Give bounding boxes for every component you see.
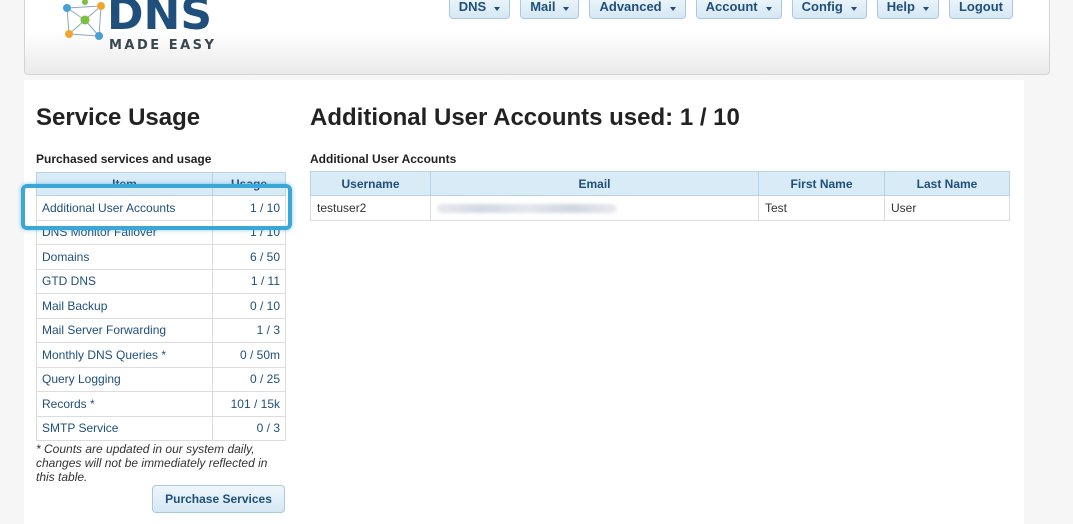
nav-mail-label: Mail <box>530 0 556 14</box>
usage-table-header: Item Usage <box>36 172 286 196</box>
usage-item[interactable]: Additional User Accounts <box>36 195 213 221</box>
column-header-email[interactable]: Email <box>430 171 759 196</box>
usage-value: 6 / 50 <box>212 244 286 270</box>
nav-dns-label: DNS <box>458 0 487 14</box>
table-row[interactable]: SMTP Service 0 / 3 <box>36 415 286 441</box>
table-row[interactable]: Domains 6 / 50 <box>36 244 286 270</box>
last-name-cell: User <box>884 195 1010 221</box>
column-header-first-name[interactable]: First Name <box>758 171 885 196</box>
usage-value: 0 / 50m <box>212 342 286 368</box>
content-panel: Service Usage Purchased services and usa… <box>21 80 1024 524</box>
usage-item[interactable]: Mail Backup <box>36 293 213 319</box>
table-row[interactable]: Mail Server Forwarding 1 / 3 <box>36 317 286 343</box>
logo-tagline: MADE EASY <box>109 38 217 53</box>
nav-advanced-label: Advanced <box>599 0 662 14</box>
nav-dns[interactable]: DNS <box>448 0 511 19</box>
usage-item[interactable]: Query Logging <box>36 366 213 392</box>
logo[interactable]: DNS MADE EASY <box>61 0 221 58</box>
service-usage-title: Service Usage <box>36 104 201 131</box>
nav-account-label: Account <box>705 0 758 14</box>
usage-value: 1 / 10 <box>212 219 286 245</box>
table-row[interactable]: Mail Backup 0 / 10 <box>36 293 286 319</box>
usage-value: 0 / 10 <box>212 293 286 319</box>
nav-logout[interactable]: Logout <box>948 0 1013 19</box>
additional-accounts-label: Additional User Accounts <box>310 152 457 166</box>
usage-value: 1 / 10 <box>212 195 286 221</box>
redacted-email <box>437 204 617 214</box>
chevron-down-icon <box>669 7 676 11</box>
nav-help-label: Help <box>886 0 915 14</box>
nav-config[interactable]: Config <box>791 0 867 19</box>
chevron-down-icon <box>563 7 570 11</box>
column-header-usage[interactable]: Usage <box>212 172 286 196</box>
usage-item[interactable]: Domains <box>36 244 213 270</box>
top-header: DNS MADE EASY DNS Mail Advanced Account … <box>24 0 1050 75</box>
table-row[interactable]: Query Logging 0 / 25 <box>36 366 286 392</box>
accounts-used-title: Additional User Accounts used: 1 / 10 <box>310 104 740 131</box>
column-header-last-name[interactable]: Last Name <box>884 171 1010 196</box>
usage-value: 1 / 11 <box>212 268 286 294</box>
main-nav: DNS Mail Advanced Account Config Help Lo… <box>448 0 1013 19</box>
usage-item[interactable]: SMTP Service <box>36 415 213 441</box>
usage-note: * Counts are updated in our system daily… <box>36 442 268 484</box>
username-cell[interactable]: testuser2 <box>310 195 431 221</box>
usage-value: 0 / 25 <box>212 366 286 392</box>
chevron-down-icon <box>494 7 501 11</box>
table-row[interactable]: GTD DNS 1 / 11 <box>36 268 286 294</box>
network-nodes-icon <box>63 0 105 40</box>
table-row[interactable]: testuser2 Test User <box>310 195 1010 221</box>
table-row[interactable]: Records * 101 / 15k <box>36 391 286 417</box>
column-header-username[interactable]: Username <box>310 171 431 196</box>
nav-account[interactable]: Account <box>695 0 782 19</box>
usage-value: 101 / 15k <box>212 391 286 417</box>
usage-value: 0 / 3 <box>212 415 286 441</box>
purchase-services-button[interactable]: Purchase Services <box>152 485 285 513</box>
nav-help[interactable]: Help <box>876 0 939 19</box>
usage-table: Item Usage Additional User Accounts 1 / … <box>36 172 286 441</box>
usage-value: 1 / 3 <box>212 317 286 343</box>
nav-mail[interactable]: Mail <box>520 0 580 19</box>
first-name-cell: Test <box>758 195 885 221</box>
accounts-table-header: Username Email First Name Last Name <box>310 171 1010 196</box>
usage-item[interactable]: Mail Server Forwarding <box>36 317 213 343</box>
chevron-down-icon <box>850 7 857 11</box>
column-header-item[interactable]: Item <box>36 172 213 196</box>
accounts-table: Username Email First Name Last Name test… <box>310 171 1010 221</box>
purchased-services-label: Purchased services and usage <box>36 152 212 166</box>
usage-item[interactable]: DNS Monitor Failover <box>36 219 213 245</box>
usage-item[interactable]: GTD DNS <box>36 268 213 294</box>
nav-config-label: Config <box>801 0 843 14</box>
email-cell <box>430 195 759 221</box>
nav-advanced[interactable]: Advanced <box>589 0 686 19</box>
nav-logout-label: Logout <box>958 0 1003 14</box>
chevron-down-icon <box>765 7 772 11</box>
usage-item[interactable]: Records * <box>36 391 213 417</box>
table-row[interactable]: Monthly DNS Queries * 0 / 50m <box>36 342 286 368</box>
usage-item[interactable]: Monthly DNS Queries * <box>36 342 213 368</box>
chevron-down-icon <box>922 7 929 11</box>
table-row[interactable]: DNS Monitor Failover 1 / 10 <box>36 219 286 245</box>
table-row[interactable]: Additional User Accounts 1 / 10 <box>36 195 286 221</box>
logo-text: DNS <box>107 0 213 40</box>
